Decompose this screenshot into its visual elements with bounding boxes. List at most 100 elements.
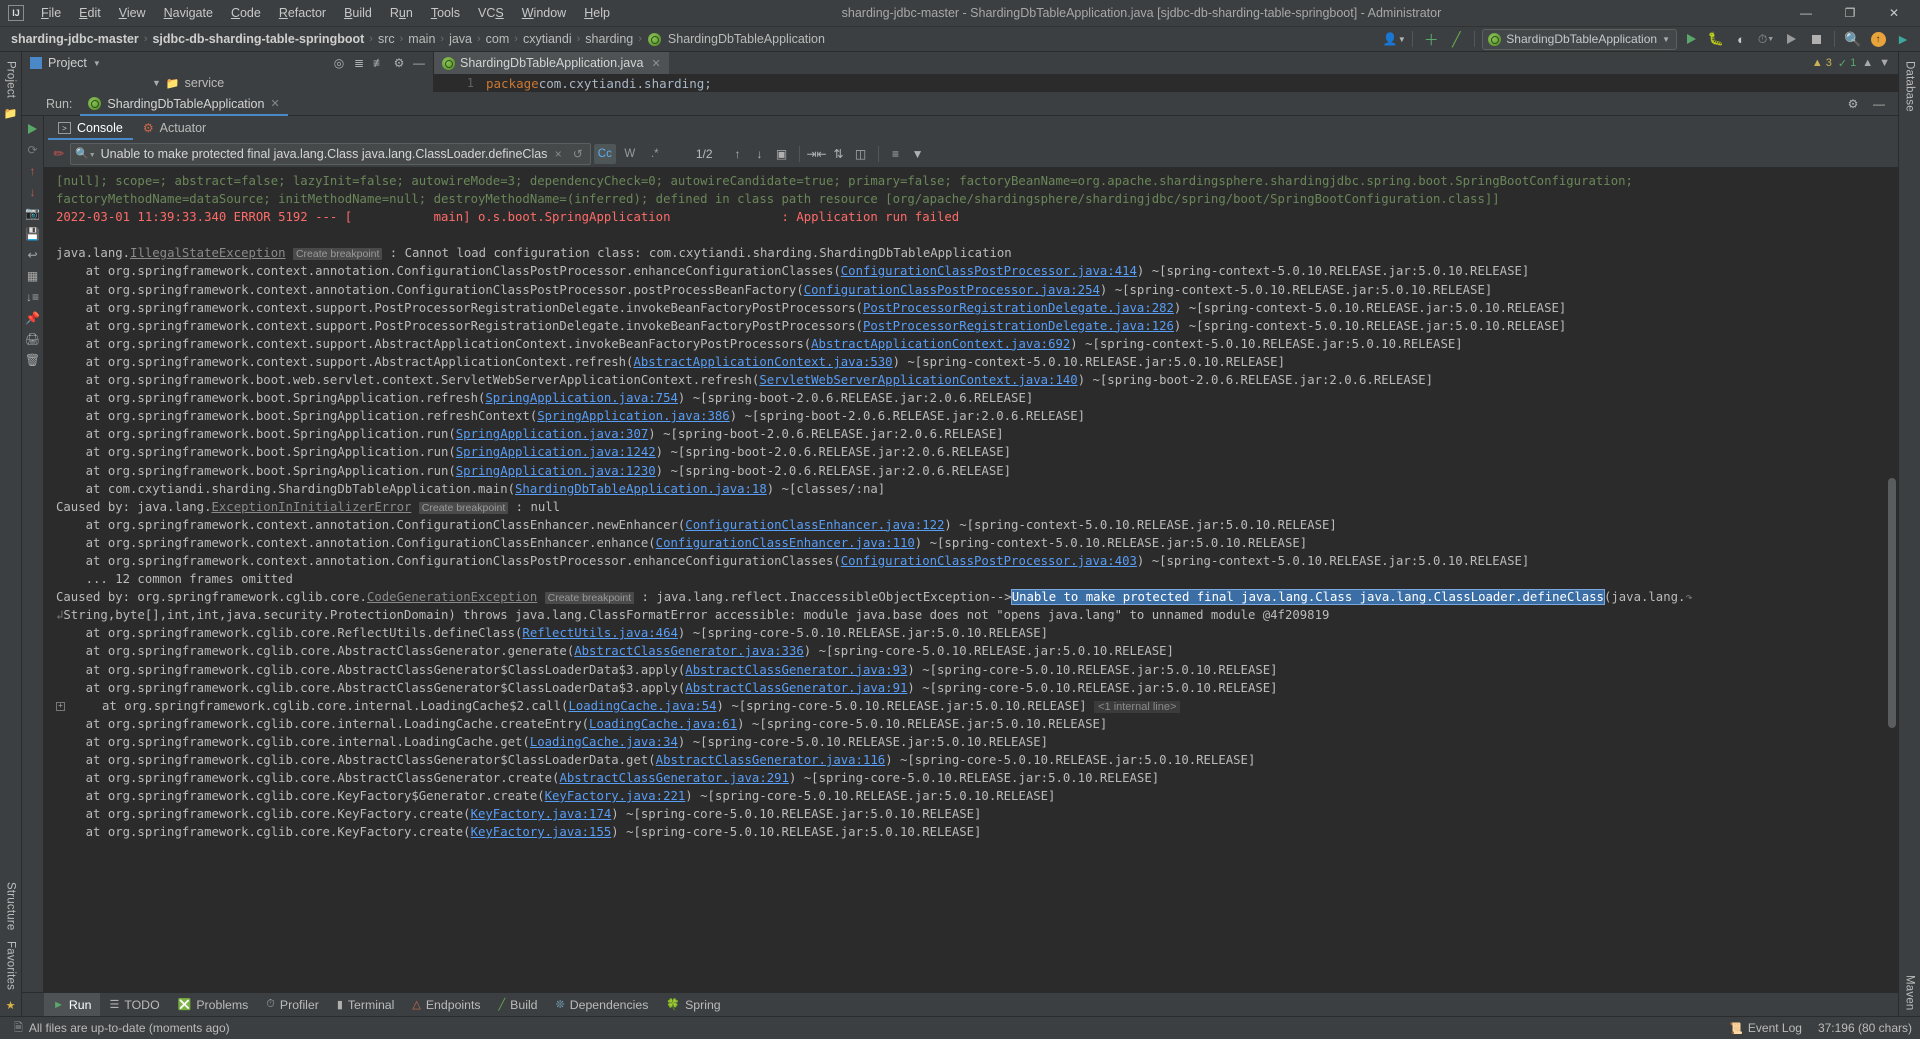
stack-frame-link[interactable]: AbstractClassGenerator.java:93 bbox=[685, 663, 907, 677]
stack-frame-link[interactable]: SpringApplication.java:386 bbox=[537, 409, 730, 423]
toggle-match-case[interactable]: Cc bbox=[593, 143, 616, 164]
expand-all-icon[interactable]: ≣ bbox=[350, 54, 368, 72]
tab-actuator[interactable]: ⚙ Actuator bbox=[133, 116, 216, 140]
stop-icon[interactable] bbox=[1805, 29, 1827, 50]
stack-frame-link[interactable]: ShardingDbTableApplication.java:18 bbox=[515, 482, 767, 496]
favorites-star-icon[interactable]: ★ bbox=[6, 995, 16, 1016]
bottom-tab-dependencies[interactable]: ❊ Dependencies bbox=[547, 993, 658, 1017]
stack-frame-link[interactable]: ConfigurationClassPostProcessor.java:414 bbox=[841, 264, 1137, 278]
print-icon[interactable]: 🖨 bbox=[23, 329, 43, 349]
select-all-occurrences-icon[interactable]: ▣ bbox=[771, 144, 793, 164]
menu-edit[interactable]: Edit bbox=[70, 2, 110, 24]
menu-tools[interactable]: Tools bbox=[422, 2, 469, 24]
trash-icon[interactable]: 🗑 bbox=[23, 350, 43, 370]
project-folder-icon[interactable]: 📁 bbox=[4, 103, 18, 124]
bottom-tab-problems[interactable]: ❎ Problems bbox=[169, 993, 258, 1017]
stack-frame-link[interactable]: AbstractApplicationContext.java:692 bbox=[811, 337, 1070, 351]
breadcrumb-5[interactable]: com bbox=[483, 32, 513, 46]
rail-item-database[interactable]: Database bbox=[1904, 56, 1916, 117]
settings-gear-icon[interactable]: ⚙ bbox=[390, 54, 408, 72]
run-tab-sharding-app[interactable]: ShardingDbTableApplication ✕ bbox=[80, 92, 288, 116]
stack-frame-link[interactable]: ServletWebServerApplicationContext.java:… bbox=[759, 373, 1077, 387]
rail-item-maven[interactable]: Maven bbox=[1904, 970, 1916, 1016]
menu-run[interactable]: Run bbox=[381, 2, 422, 24]
close-icon[interactable]: ✕ bbox=[270, 97, 279, 110]
chevron-down-icon[interactable]: ▼ bbox=[93, 59, 101, 68]
scroll-down-icon[interactable]: ↓ bbox=[23, 182, 43, 202]
breadcrumb-6[interactable]: cxytiandi bbox=[520, 32, 575, 46]
ide-icon[interactable]: ► bbox=[1892, 29, 1914, 50]
scroll-icon[interactable]: ⇅ bbox=[828, 144, 850, 164]
menu-window[interactable]: Window bbox=[513, 2, 575, 24]
breadcrumb-0[interactable]: sharding-jdbc-master bbox=[8, 32, 142, 46]
stack-frame-link[interactable]: LoadingCache.java:54 bbox=[568, 699, 716, 713]
user-icon[interactable]: 👤 ▼ bbox=[1383, 29, 1406, 50]
stack-frame-link[interactable]: AbstractClassGenerator.java:336 bbox=[574, 644, 804, 658]
chevron-down-icon[interactable]: ▼ bbox=[152, 78, 161, 88]
maximize-button[interactable]: ❐ bbox=[1828, 0, 1872, 26]
create-breakpoint-hint[interactable]: Create breakpoint bbox=[292, 248, 383, 261]
collapse-all-icon[interactable]: ≢ bbox=[370, 54, 388, 72]
debug-icon[interactable]: 🐛 bbox=[1705, 29, 1727, 50]
stack-frame-link[interactable]: ReflectUtils.java:464 bbox=[522, 626, 677, 640]
breadcrumb-3[interactable]: main bbox=[405, 32, 438, 46]
stack-frame-link[interactable]: KeyFactory.java:221 bbox=[545, 789, 686, 803]
stack-frame-link[interactable]: PostProcessorRegistrationDelegate.java:2… bbox=[863, 301, 1174, 315]
filter-icon[interactable]: ▼ bbox=[907, 144, 929, 164]
stack-frame-link[interactable]: KeyFactory.java:174 bbox=[471, 807, 612, 821]
stack-frame-link[interactable]: ConfigurationClassEnhancer.java:110 bbox=[656, 536, 915, 550]
bottom-tab-spring[interactable]: 🍀 Spring bbox=[657, 993, 729, 1017]
compare-icon[interactable]: ◫ bbox=[850, 144, 872, 164]
bottom-tab-run[interactable]: ► Run bbox=[44, 992, 101, 1017]
breadcrumb-2[interactable]: src bbox=[375, 32, 398, 46]
stack-frame-link[interactable]: AbstractClassGenerator.java:91 bbox=[685, 681, 907, 695]
stack-frame-link[interactable]: SpringApplication.java:754 bbox=[485, 391, 678, 405]
exception-link[interactable]: IllegalStateException bbox=[130, 246, 285, 260]
stack-frame-link[interactable]: ConfigurationClassPostProcessor.java:254 bbox=[804, 283, 1100, 297]
event-log-button[interactable]: 📜 Event Log bbox=[1729, 1021, 1802, 1035]
menu-navigate[interactable]: Navigate bbox=[155, 2, 222, 24]
toggle-regex[interactable]: .* bbox=[644, 144, 666, 164]
caret-position[interactable]: 37:196 (80 chars) bbox=[1818, 1021, 1912, 1035]
pin-icon[interactable]: 📌 bbox=[23, 308, 43, 328]
stack-frame-link[interactable]: LoadingCache.java:34 bbox=[530, 735, 678, 749]
settings-gear-icon[interactable]: ⚙ bbox=[1842, 93, 1864, 114]
bottom-tab-todo[interactable]: ☰ TODO bbox=[100, 993, 168, 1017]
stack-frame-link[interactable]: LoadingCache.java:61 bbox=[589, 717, 737, 731]
profiler-icon[interactable]: ⏱ ▼ bbox=[1755, 29, 1777, 50]
console-scrollbar-thumb[interactable] bbox=[1888, 478, 1896, 728]
attach-icon[interactable] bbox=[1780, 29, 1802, 50]
inspection-up-icon[interactable]: ▲ bbox=[1862, 57, 1873, 69]
rail-item-structure[interactable]: Structure bbox=[5, 877, 17, 935]
menu-build[interactable]: Build bbox=[335, 2, 381, 24]
close-button[interactable]: ✕ bbox=[1872, 0, 1916, 26]
print-icon[interactable]: ≡ bbox=[885, 144, 907, 164]
bottom-tab-endpoints[interactable]: △ Endpoints bbox=[403, 993, 489, 1017]
update-icon[interactable]: ↑ bbox=[1867, 29, 1889, 50]
console-output[interactable]: [null]; scope=; abstract=false; lazyInit… bbox=[44, 168, 1898, 992]
create-breakpoint-hint[interactable]: Create breakpoint bbox=[544, 592, 635, 605]
bottom-tab-terminal[interactable]: ▮ Terminal bbox=[328, 993, 404, 1017]
menu-code[interactable]: Code bbox=[222, 2, 270, 24]
menu-refactor[interactable]: Refactor bbox=[270, 2, 335, 24]
edit-pencil-icon[interactable]: ✏ bbox=[48, 146, 70, 162]
menu-view[interactable]: View bbox=[110, 2, 155, 24]
find-previous-icon[interactable]: ↑ bbox=[727, 144, 749, 164]
scroll-up-icon[interactable]: ↑ bbox=[23, 161, 43, 181]
stack-frame-link[interactable]: SpringApplication.java:1230 bbox=[456, 464, 656, 478]
menu-vcs[interactable]: VCS bbox=[469, 2, 513, 24]
run-icon[interactable] bbox=[1680, 29, 1702, 50]
breadcrumb-8[interactable]: ShardingDbTableApplication bbox=[665, 32, 828, 46]
bottom-tab-build[interactable]: ╱ Build bbox=[490, 993, 547, 1017]
add-config-icon[interactable]: ＋ bbox=[1420, 29, 1442, 50]
project-tree-node-service[interactable]: ▼ 📁 service bbox=[22, 74, 434, 92]
console-scrollbar[interactable] bbox=[1886, 168, 1898, 992]
warning-count[interactable]: ▲ 3 bbox=[1812, 57, 1832, 69]
grid-icon[interactable]: ▦ bbox=[23, 266, 43, 286]
find-next-icon[interactable]: ↓ bbox=[749, 144, 771, 164]
rail-item-favorites[interactable]: Favorites bbox=[5, 936, 17, 995]
hide-window-icon[interactable]: — bbox=[1868, 93, 1890, 114]
hide-icon[interactable]: — bbox=[410, 54, 428, 72]
stack-frame-link[interactable]: AbstractApplicationContext.java:530 bbox=[633, 355, 892, 369]
close-icon[interactable]: ✕ bbox=[651, 57, 660, 70]
